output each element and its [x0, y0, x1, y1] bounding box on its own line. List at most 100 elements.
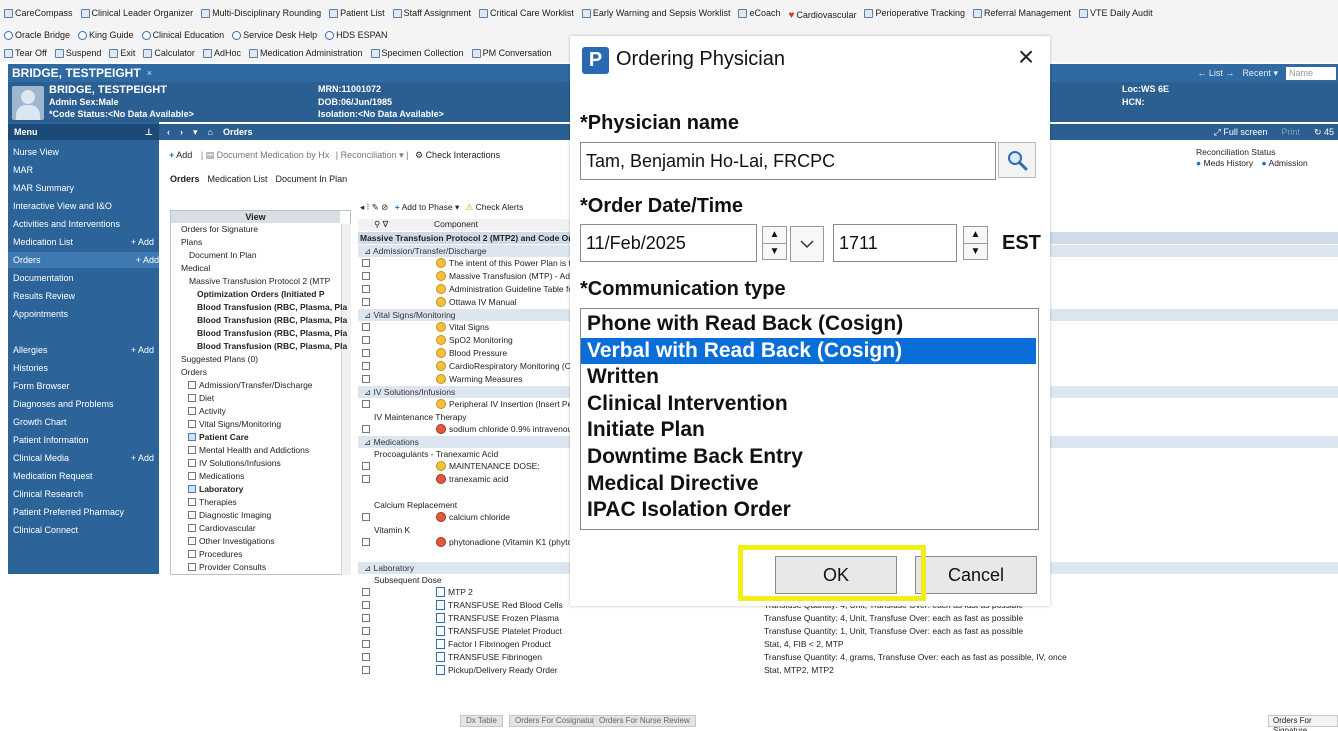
- view-category-other-investigations[interactable]: Other Investigations: [188, 536, 275, 546]
- refresh-button[interactable]: ↻ 45: [1314, 127, 1334, 138]
- table-row[interactable]: Pickup/Delivery Ready Order Stat, MTP2, M…: [358, 664, 1338, 677]
- date-dropdown-button[interactable]: [790, 226, 824, 262]
- sidebar-item-mar[interactable]: MAR: [13, 162, 154, 178]
- toolbar-item-service-desk-help[interactable]: Service Desk Help: [228, 26, 321, 44]
- table-row[interactable]: TRANSFUSE Frozen Plasma Transfuse Quantit…: [358, 612, 1338, 625]
- sidebar-item-clinical-connect[interactable]: Clinical Connect: [13, 522, 154, 538]
- row-checkbox[interactable]: [362, 270, 370, 283]
- toolbar-item-clinical-leader-organizer[interactable]: Clinical Leader Organizer: [77, 0, 198, 26]
- checkbox[interactable]: [362, 362, 370, 370]
- full-screen-button[interactable]: ⤢ Full screen: [1214, 127, 1268, 138]
- checkbox[interactable]: [362, 400, 370, 408]
- checkbox[interactable]: [362, 640, 370, 648]
- category-checkbox[interactable]: [188, 394, 196, 402]
- spin-down-icon[interactable]: ▼: [763, 242, 786, 260]
- home-icon[interactable]: ⌂: [208, 127, 213, 137]
- communication-option-written[interactable]: Written: [581, 364, 1036, 390]
- toolbar-item-staff-assignment[interactable]: Staff Assignment: [389, 0, 475, 26]
- check-alerts-button[interactable]: ⚠ Check Alerts: [466, 202, 524, 212]
- sidebar-add-button[interactable]: + Add: [131, 453, 154, 463]
- toolbar-item-medication-administration[interactable]: Medication Administration: [245, 44, 367, 62]
- row-checkbox[interactable]: [362, 586, 370, 599]
- admission-status[interactable]: ● Admission: [1261, 158, 1307, 168]
- table-row[interactable]: TRANSFUSE Fibrinogen Transfuse Quantity: …: [358, 651, 1338, 664]
- row-checkbox[interactable]: [362, 360, 370, 373]
- forward-icon[interactable]: ›: [180, 127, 183, 137]
- view-category-vital-signs-monitoring[interactable]: Vital Signs/Monitoring: [188, 419, 281, 429]
- tab-document-in-plan[interactable]: Document In Plan: [272, 174, 352, 184]
- category-checkbox[interactable]: [188, 498, 196, 506]
- meds-history-status[interactable]: ● Meds History: [1196, 158, 1253, 168]
- checkbox[interactable]: [362, 475, 370, 483]
- tab-medication-list[interactable]: Medication List: [204, 174, 272, 184]
- sidebar-add-button[interactable]: + Add: [131, 237, 154, 247]
- patient-tab[interactable]: BRIDGE, TESTPEIGHT ×: [8, 64, 156, 82]
- row-checkbox[interactable]: [362, 625, 370, 638]
- view-item-orders-for-signature[interactable]: Orders for Signature: [181, 224, 258, 234]
- category-checkbox[interactable]: [188, 472, 196, 480]
- checkbox[interactable]: [362, 513, 370, 521]
- view-item-blood-transfusion-rbc-plasma-pla[interactable]: Blood Transfusion (RBC, Plasma, Pla: [197, 341, 347, 351]
- orders-for-signature-button[interactable]: Orders For Signature: [1268, 715, 1338, 731]
- sidebar-item-appointments[interactable]: Appointments: [13, 306, 154, 322]
- sidebar-add-button[interactable]: + Add: [136, 255, 159, 265]
- tab-dx-table[interactable]: Dx Table: [460, 715, 503, 727]
- sidebar-item-patient-preferred-pharmacy[interactable]: Patient Preferred Pharmacy: [13, 504, 154, 520]
- tab-orders[interactable]: Orders: [166, 174, 204, 184]
- communication-option-clinical-intervention[interactable]: Clinical Intervention: [581, 391, 1036, 417]
- sidebar-item-orders[interactable]: Orders + Add: [8, 252, 159, 268]
- date-spinner[interactable]: ▲ ▼: [762, 226, 787, 260]
- sidebar-item-documentation[interactable]: Documentation: [13, 270, 154, 286]
- table-row[interactable]: TRANSFUSE Platelet Product Transfuse Quan…: [358, 625, 1338, 638]
- row-checkbox[interactable]: [362, 612, 370, 625]
- toolbar-item-adhoc[interactable]: AdHoc: [199, 44, 245, 62]
- reconciliation-button[interactable]: | Reconciliation ▾ |: [336, 150, 409, 160]
- view-category-laboratory[interactable]: Laboratory: [188, 484, 243, 494]
- category-checkbox[interactable]: [188, 381, 196, 389]
- communication-option-verbal-with-read-back-cosign[interactable]: Verbal with Read Back (Cosign): [581, 337, 1036, 364]
- toolbar-item-oracle-bridge[interactable]: Oracle Bridge: [0, 26, 74, 44]
- view-item-document-in-plan[interactable]: Document In Plan: [189, 250, 257, 260]
- banner-code-status[interactable]: *Code Status:<No Data Available>: [49, 109, 194, 119]
- sidebar-item-interactive-view-and-i-o[interactable]: Interactive View and I&O: [13, 198, 154, 214]
- toolbar-item-patient-list[interactable]: Patient List: [325, 0, 389, 26]
- toolbar-item-perioperative-tracking[interactable]: Perioperative Tracking: [860, 0, 969, 26]
- tab-orders-for-cosignature[interactable]: Orders For Cosignature: [509, 715, 606, 727]
- row-checkbox[interactable]: [362, 536, 370, 549]
- sidebar-item-clinical-research[interactable]: Clinical Research: [13, 486, 154, 502]
- toolbar-item-ecoach[interactable]: eCoach: [734, 0, 784, 26]
- sidebar-item-growth-chart[interactable]: Growth Chart: [13, 414, 154, 430]
- row-checkbox[interactable]: [362, 398, 370, 411]
- category-checkbox[interactable]: [188, 511, 196, 519]
- view-category-provider-consults[interactable]: Provider Consults: [188, 562, 266, 572]
- sidebar-item-diagnoses-and-problems[interactable]: Diagnoses and Problems: [13, 396, 154, 412]
- category-checkbox[interactable]: [188, 433, 196, 441]
- toolbar-item-clinical-education[interactable]: Clinical Education: [138, 26, 229, 44]
- checkbox[interactable]: [362, 538, 370, 546]
- recent-button[interactable]: Recent ▾: [1242, 68, 1278, 79]
- sidebar-item-form-browser[interactable]: Form Browser: [13, 378, 154, 394]
- toolbar-item-hds-espan[interactable]: HDS ESPAN: [321, 26, 391, 44]
- sidebar-item-histories[interactable]: Histories: [13, 360, 154, 376]
- toolbar-item-cardiovascular[interactable]: ♥ Cardiovascular: [784, 2, 860, 26]
- physician-name-input[interactable]: Tam, Benjamin Ho-Lai, FRCPC: [580, 142, 996, 180]
- row-checkbox[interactable]: [362, 373, 370, 386]
- view-category-activity[interactable]: Activity: [188, 406, 226, 416]
- row-checkbox[interactable]: [362, 283, 370, 296]
- communication-option-ipac-isolation-order[interactable]: IPAC Isolation Order: [581, 497, 1036, 523]
- checkbox[interactable]: [362, 285, 370, 293]
- view-item-massive-transfusion-protocol-2-mtp[interactable]: Massive Transfusion Protocol 2 (MTP: [189, 276, 330, 286]
- view-category-iv-solutions-infusions[interactable]: IV Solutions/Infusions: [188, 458, 281, 468]
- toolbar-item-specimen-collection[interactable]: Specimen Collection: [367, 44, 468, 62]
- name-search-input[interactable]: Name: [1286, 66, 1336, 80]
- checkbox[interactable]: [362, 298, 370, 306]
- spin-down-icon[interactable]: ▼: [964, 242, 987, 260]
- checkbox[interactable]: [362, 272, 370, 280]
- toolbar-item-early-warning-and-sepsis-worklist[interactable]: Early Warning and Sepsis Worklist: [578, 0, 735, 26]
- sidebar-item-allergies[interactable]: Allergies + Add: [13, 342, 154, 358]
- checkbox[interactable]: [362, 375, 370, 383]
- spin-up-icon[interactable]: ▲: [763, 227, 786, 243]
- toolbar-item-multi-disciplinary-rounding[interactable]: Multi-Disciplinary Rounding: [197, 0, 325, 26]
- sidebar-item-clinical-media[interactable]: Clinical Media + Add: [13, 450, 154, 466]
- checkbox[interactable]: [362, 259, 370, 267]
